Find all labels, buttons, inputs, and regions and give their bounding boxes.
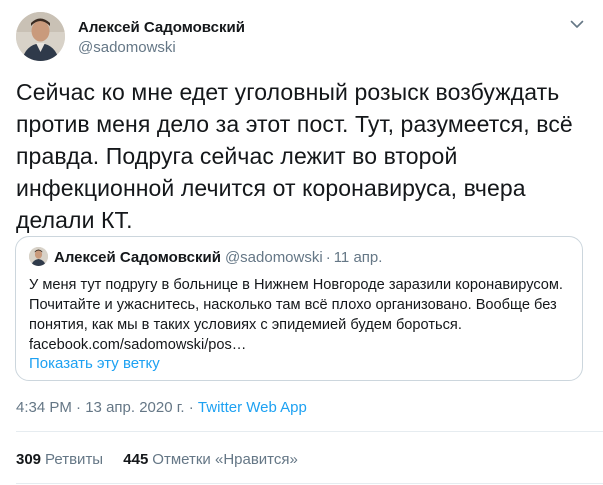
quoted-tweet-header: Алексей Садомовский @sadomowski · 11 апр.: [29, 247, 382, 267]
tweet: Алексей Садомовский @sadomowski Сейчас к…: [0, 0, 603, 485]
quoted-display-name: Алексей Садомовский: [54, 249, 221, 266]
tweet-meta: 4:34 PM · 13 апр. 2020 г. · Twitter Web …: [16, 398, 307, 418]
divider: [16, 431, 603, 432]
tweet-time[interactable]: 4:34 PM: [16, 399, 72, 416]
tweet-date[interactable]: 13 апр. 2020 г.: [85, 399, 184, 416]
chevron-down-icon[interactable]: [567, 14, 587, 34]
tweet-source-link[interactable]: Twitter Web App: [198, 399, 307, 416]
quoted-handle: @sadomowski: [224, 249, 323, 266]
quoted-date: 11 апр.: [333, 249, 383, 266]
likes-stat[interactable]: 445 Отметки «Нравится»: [123, 450, 298, 470]
retweets-label: Ретвиты: [45, 451, 104, 468]
divider-bottom: [16, 483, 603, 484]
meta-separator-2: ·: [188, 399, 194, 416]
likes-label: Отметки «Нравится»: [152, 451, 298, 468]
author-handle[interactable]: @sadomowski: [78, 38, 245, 58]
meta-separator: ·: [76, 399, 82, 416]
tweet-stats: 309 Ретвиты 445 Отметки «Нравится»: [16, 450, 314, 470]
tweet-header: Алексей Садомовский @sadomowski: [16, 12, 587, 62]
quoted-tweet-text: У меня тут подругу в больнице в Нижнем Н…: [29, 277, 563, 353]
quoted-separator: ·: [325, 249, 331, 266]
avatar[interactable]: [16, 12, 65, 61]
author-info: Алексей Садомовский @sadomowski: [78, 18, 245, 58]
author-display-name[interactable]: Алексей Садомовский: [78, 18, 245, 37]
show-thread-link[interactable]: Показать эту ветку: [29, 354, 160, 374]
retweets-stat[interactable]: 309 Ретвиты: [16, 450, 103, 470]
quoted-tweet[interactable]: Алексей Садомовский @sadomowski · 11 апр. У…: [15, 236, 583, 381]
retweets-count: 309: [16, 451, 42, 468]
likes-count: 445: [123, 451, 149, 468]
tweet-text: Сейчас ко мне едет уголовный розыск возб…: [16, 79, 573, 233]
quoted-avatar: [29, 247, 48, 266]
